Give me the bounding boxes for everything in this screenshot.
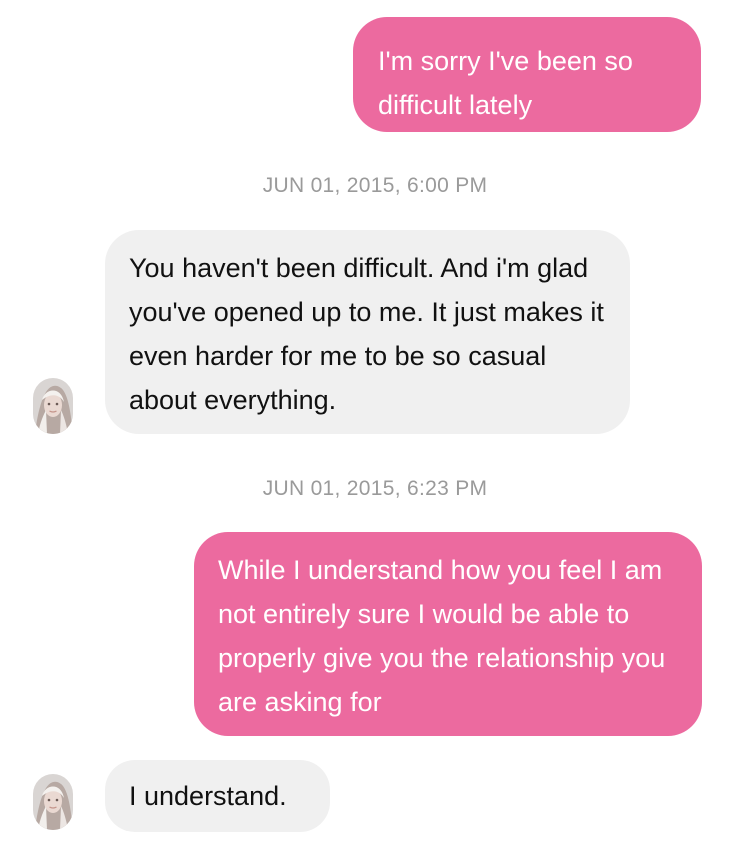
message-timestamp: JUN 01, 2015, 6:00 PM	[262, 174, 488, 197]
received-message-bubble[interactable]: I understand.	[105, 760, 330, 832]
received-message-bubble[interactable]: You haven't been difficult. And i'm glad…	[105, 230, 630, 434]
contact-avatar-icon[interactable]	[33, 378, 73, 434]
sent-message-bubble[interactable]: While I understand how you feel I am not…	[194, 532, 702, 736]
sent-message-bubble[interactable]: I'm sorry I've been so difficult lately	[353, 17, 701, 132]
message-timestamp: JUN 01, 2015, 6:23 PM	[262, 477, 488, 500]
contact-avatar-icon[interactable]	[33, 774, 73, 830]
